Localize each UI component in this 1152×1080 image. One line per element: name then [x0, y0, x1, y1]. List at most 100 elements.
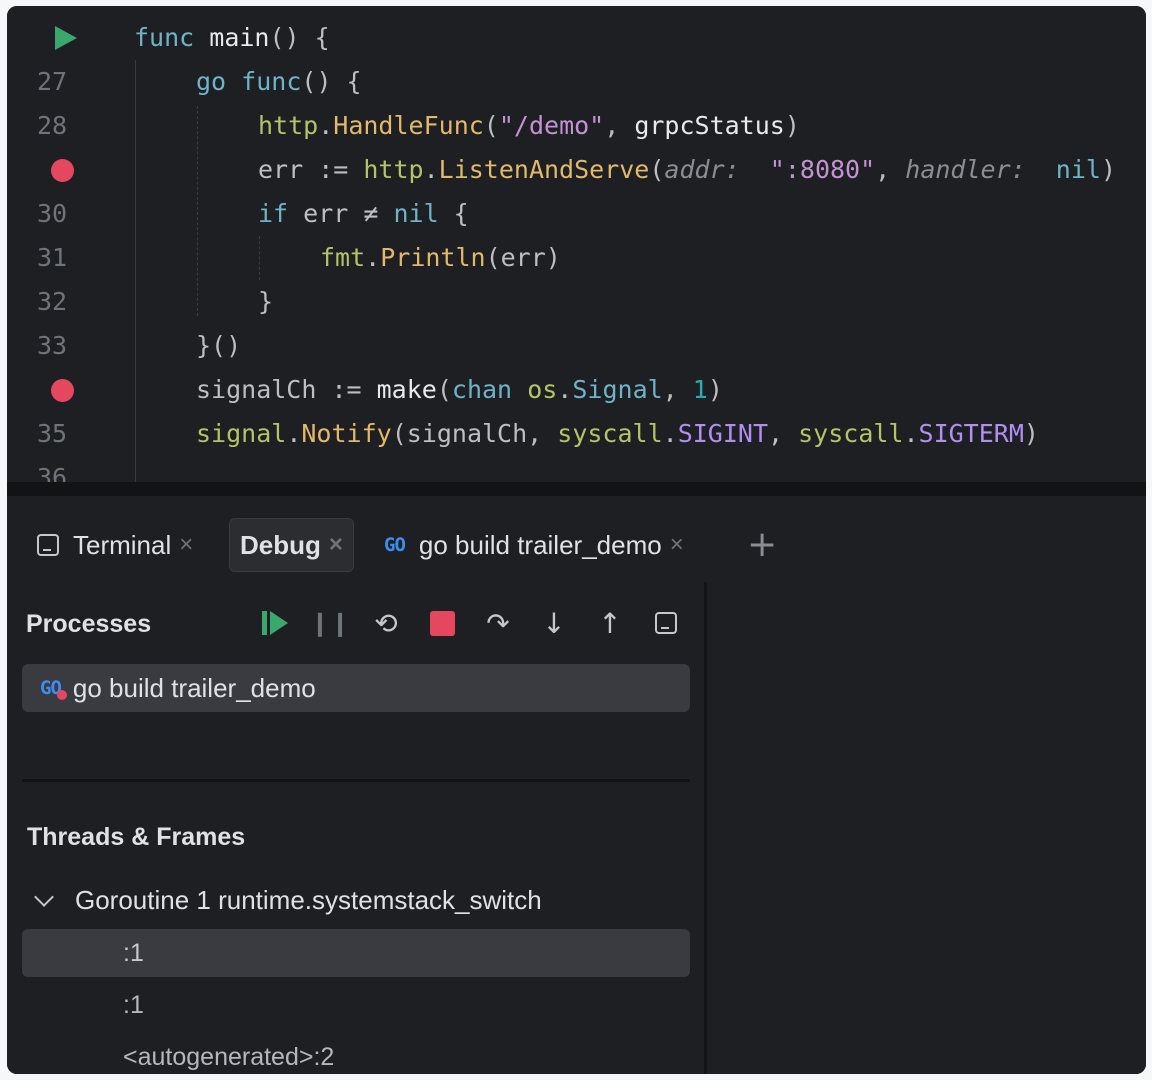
code-text: signal.Notify(signalCh, syscall.SIGINT, …: [196, 412, 1039, 456]
breakpoint-icon[interactable]: [51, 379, 74, 402]
ide-window: func main() {27 go func() {28 http.HandleF…: [7, 6, 1146, 1074]
code-token: SIGTERM: [918, 419, 1024, 448]
tab-terminal-label: Terminal: [73, 529, 172, 560]
close-icon[interactable]: ×: [179, 531, 193, 559]
step-into-button[interactable]: ↓: [539, 607, 569, 640]
code-editor[interactable]: func main() {27 go func() {28 http.HandleF…: [7, 6, 1146, 482]
tab-go-build[interactable]: GO go build trailer_demo ×: [384, 518, 684, 572]
code-token: Notify: [301, 419, 392, 448]
code-token: () {: [301, 67, 362, 96]
code-token: .: [662, 419, 678, 448]
breakpoint-icon[interactable]: [51, 159, 74, 182]
line-number[interactable]: 32: [37, 280, 97, 324]
stop-button[interactable]: [427, 608, 457, 638]
code-token: make: [376, 375, 437, 404]
run-gutter-icon[interactable]: [55, 26, 77, 50]
code-token: addr:: [664, 155, 740, 184]
code-token: if: [258, 199, 289, 228]
code-token: () {: [269, 23, 330, 52]
code-line[interactable]: 35 signal.Notify(signalCh, syscall.SIGINT…: [7, 412, 1146, 456]
code-token: main: [209, 23, 270, 52]
resume-icon-arrow: [270, 611, 288, 635]
chevron-down-icon[interactable]: [34, 886, 54, 907]
go-icon: GO: [384, 534, 406, 556]
code-line[interactable]: 31 fmt.Println(err): [7, 236, 1146, 280]
code-token: (: [649, 155, 665, 184]
goroutine-item[interactable]: Goroutine 1 runtime.systemstack_switch: [34, 885, 542, 916]
line-number[interactable]: 36: [37, 456, 97, 482]
code-token: ,: [768, 419, 799, 448]
frame-item[interactable]: :1: [22, 981, 690, 1029]
code-line[interactable]: signalCh := make(chan os.Signal, 1): [7, 368, 1146, 412]
code-token: Signal: [572, 375, 663, 404]
process-item[interactable]: GO go build trailer_demo: [22, 664, 690, 712]
code-token: ,: [875, 155, 906, 184]
line-number[interactable]: 31: [37, 236, 97, 280]
code-token: ListenAndServe: [438, 155, 650, 184]
tab-terminal[interactable]: Terminal ×: [37, 518, 193, 572]
code-token: .: [423, 155, 439, 184]
code-line[interactable]: 33 }(): [7, 324, 1146, 368]
resume-button[interactable]: [260, 608, 290, 638]
code-token: ): [1023, 419, 1039, 448]
step-over-icon: ↷: [486, 606, 510, 640]
line-number[interactable]: 33: [37, 324, 97, 368]
add-tab-button[interactable]: +: [747, 527, 777, 563]
processes-title: Processes: [26, 610, 152, 638]
code-line[interactable]: 32}: [7, 280, 1146, 324]
pause-button[interactable]: ❙❙: [310, 608, 350, 638]
frame-item[interactable]: :1: [22, 929, 690, 977]
line-number[interactable]: 35: [37, 412, 97, 456]
code-token: http: [363, 155, 424, 184]
line-number[interactable]: 27: [37, 60, 97, 104]
step-out-button[interactable]: ↑: [595, 606, 625, 640]
line-number[interactable]: 30: [37, 192, 97, 236]
line-number[interactable]: 28: [37, 104, 97, 148]
code-token: syscall: [798, 419, 904, 448]
frame-label: :1: [123, 990, 144, 1019]
frame-details-pane: [707, 582, 1146, 1074]
code-token: Println: [380, 243, 486, 272]
code-token: .: [557, 375, 573, 404]
step-over-button[interactable]: ↷: [483, 606, 513, 640]
code-token: .: [365, 243, 381, 272]
code-text: err := http.ListenAndServe(addr: ":8080"…: [258, 148, 1116, 192]
code-line[interactable]: 36: [7, 456, 1146, 482]
code-token: chan: [451, 375, 513, 404]
pane-splitter[interactable]: [22, 779, 690, 782]
tab-debug[interactable]: Debug ×: [229, 518, 354, 572]
code-token: err ≠: [288, 199, 394, 228]
process-item-label: go build trailer_demo: [72, 672, 316, 703]
code-text: }(): [196, 324, 241, 368]
threads-title: Threads & Frames: [27, 823, 246, 851]
code-token: (: [483, 111, 499, 140]
code-line[interactable]: err := http.ListenAndServe(addr: ":8080"…: [7, 148, 1146, 192]
code-token: ): [707, 375, 723, 404]
code-text: fmt.Println(err): [320, 236, 561, 280]
code-token: (signalCh,: [391, 419, 558, 448]
code-line[interactable]: func main() {: [7, 16, 1146, 60]
console-button[interactable]: [651, 608, 681, 638]
frame-label: <autogenerated>:2: [123, 1042, 335, 1071]
code-token: nil: [1055, 155, 1101, 184]
code-line[interactable]: 27 go func() {: [7, 60, 1146, 104]
code-token: "/demo": [498, 111, 605, 140]
stop-icon: [429, 610, 455, 636]
editor-divider[interactable]: [7, 482, 1146, 496]
frame-item[interactable]: <autogenerated>:2: [22, 1033, 690, 1074]
code-text: signalCh := make(chan os.Signal, 1): [196, 368, 723, 412]
code-token: .: [286, 419, 302, 448]
close-icon[interactable]: ×: [670, 531, 684, 559]
close-icon[interactable]: ×: [329, 531, 343, 559]
step-out-icon: ↑: [598, 606, 622, 640]
code-token: func: [241, 67, 302, 96]
rerun-button[interactable]: ⟲: [371, 606, 401, 640]
code-line[interactable]: 30 if err ≠ nil {: [7, 192, 1146, 236]
frame-label: :1: [123, 938, 144, 967]
code-token: }(): [196, 331, 242, 360]
code-line[interactable]: 28 http.HandleFunc("/demo", grpcStatus): [7, 104, 1146, 148]
rerun-icon: ⟲: [374, 606, 398, 640]
